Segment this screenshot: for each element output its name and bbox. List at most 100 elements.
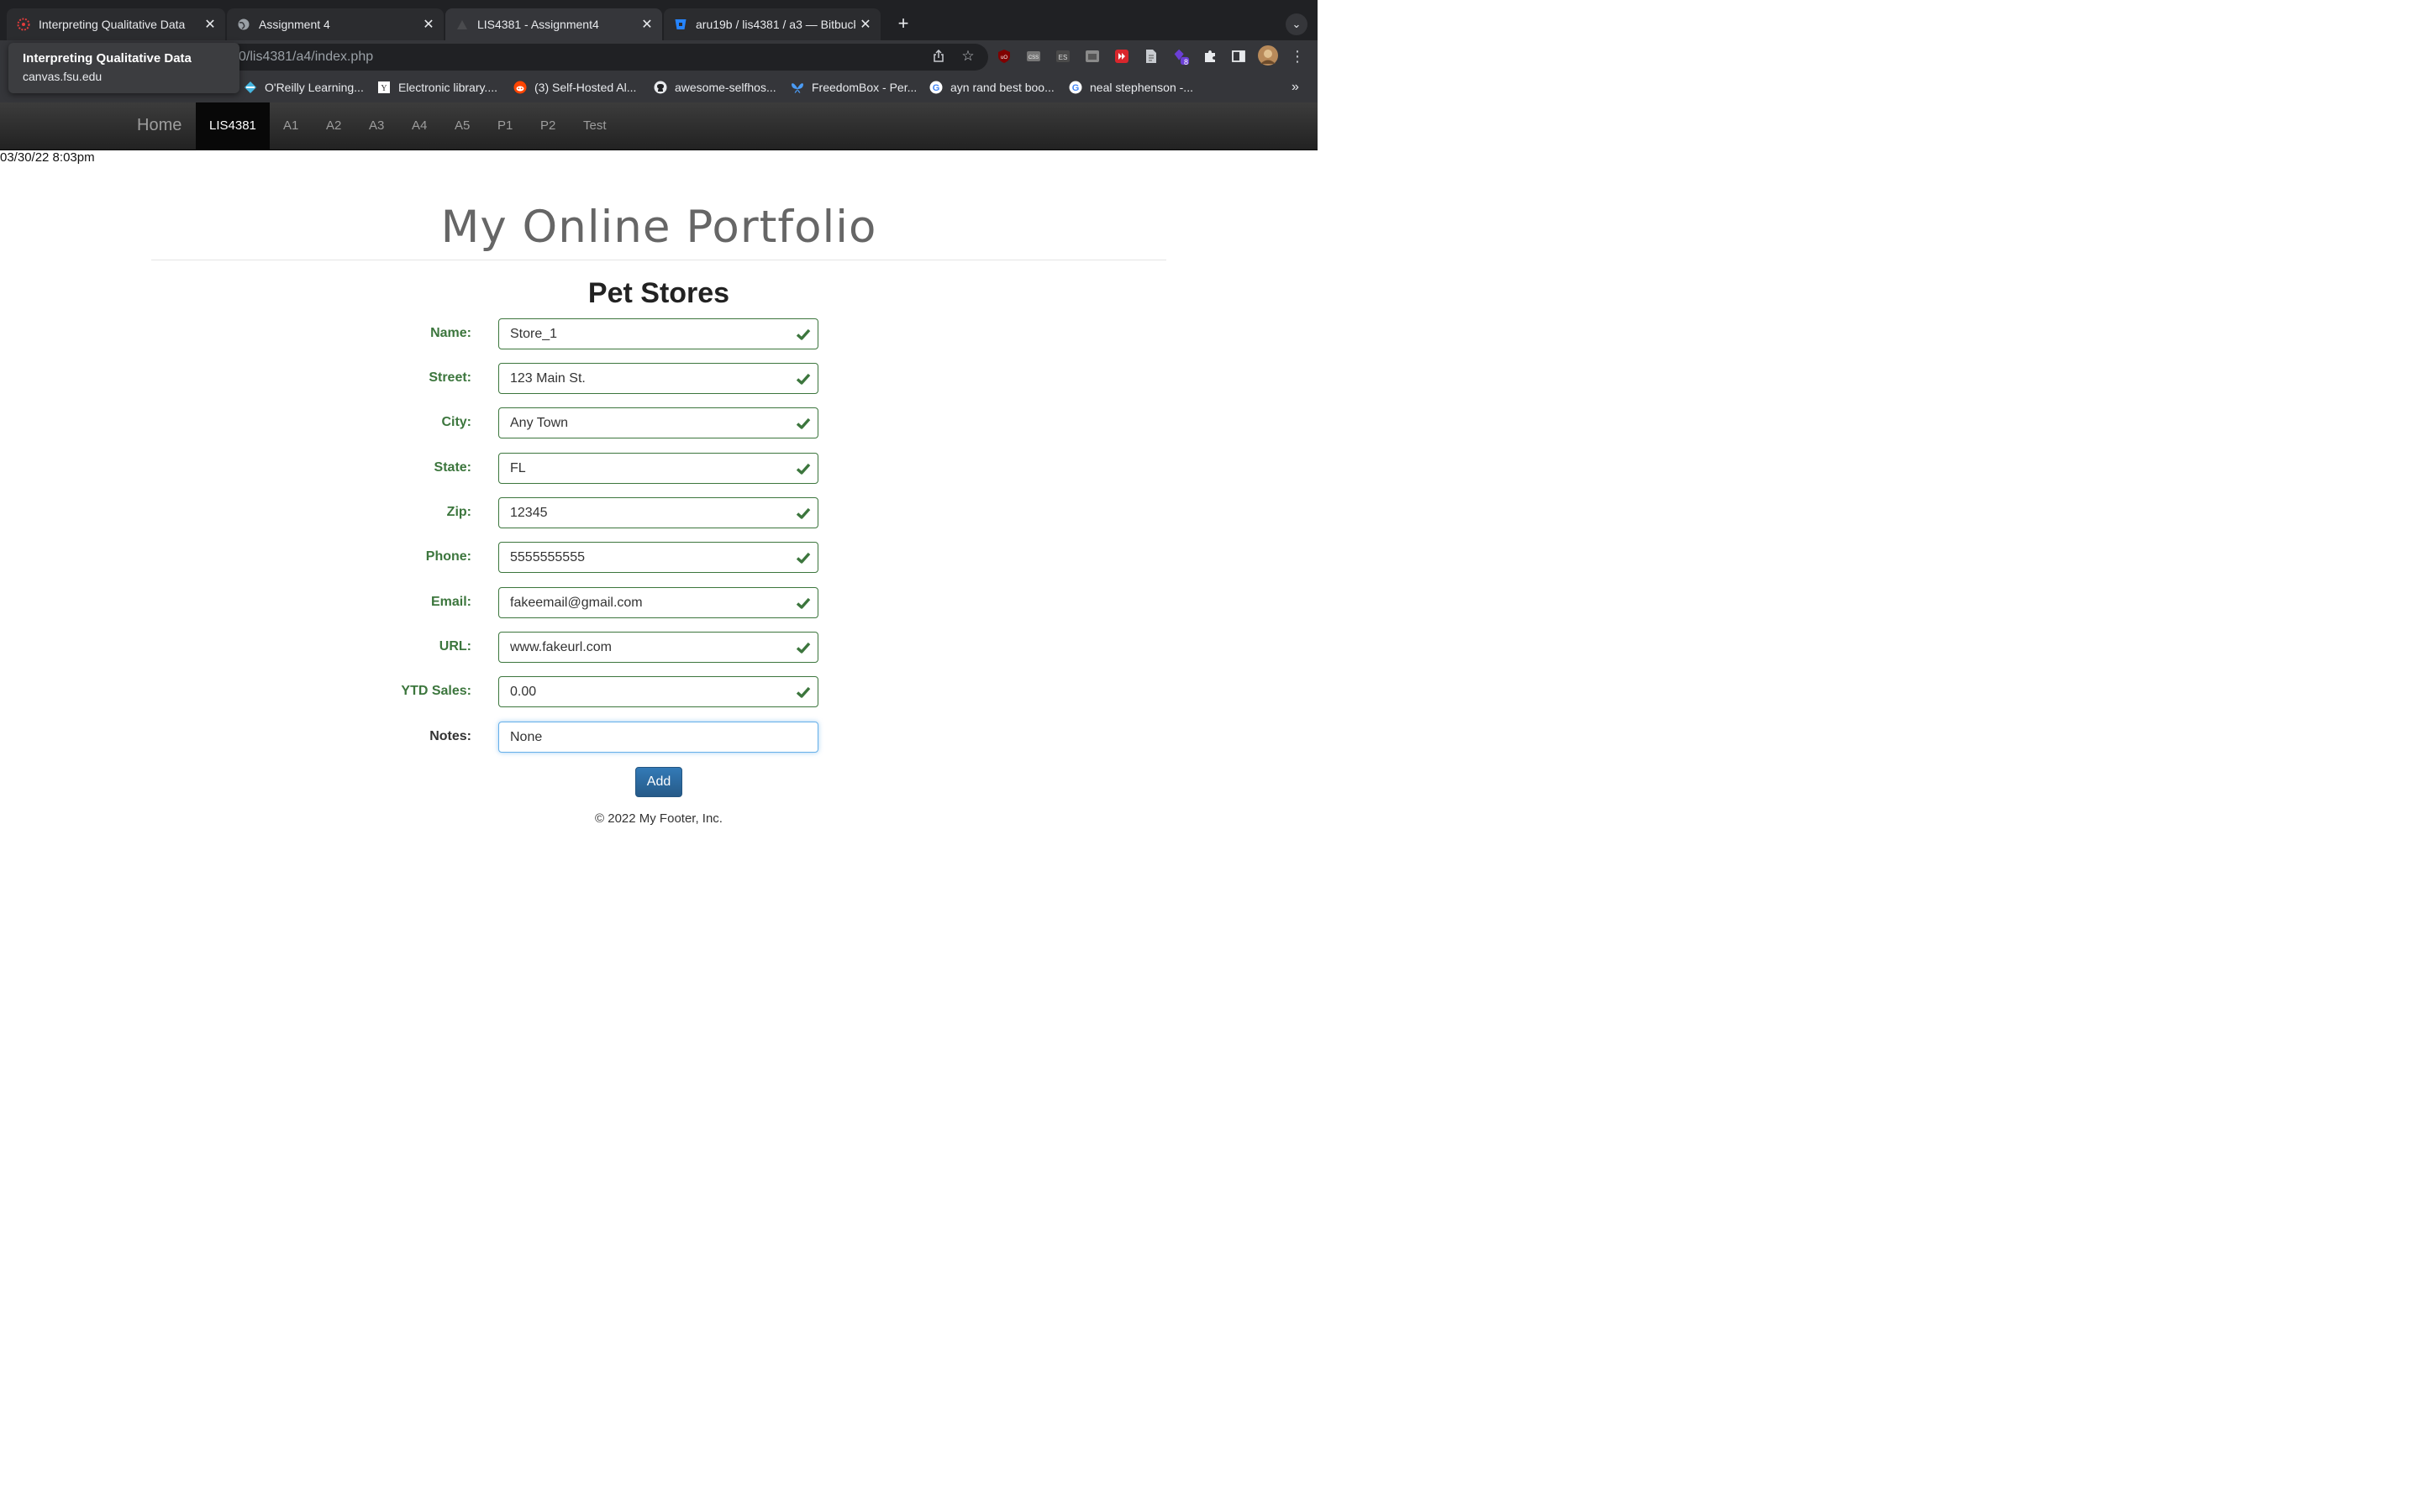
form-row-street: Street: (0, 363, 1318, 395)
form-row-notes: Notes: (0, 722, 1318, 753)
address-bar[interactable]: 0/lis4381/a4/index.php (126, 44, 988, 71)
nav-item-p1[interactable]: P1 (497, 102, 513, 150)
oreilly-icon (244, 81, 257, 94)
nav-item-a4[interactable]: A4 (412, 102, 427, 150)
current-datetime: 03/30/22 8:03pm (0, 150, 95, 165)
page-icon (455, 18, 469, 31)
bookmarks-overflow-button[interactable]: » (1292, 79, 1299, 96)
phone-label: Phone: (425, 549, 471, 564)
form-row-phone: Phone: (0, 542, 1318, 574)
address-url[interactable]: 0/lis4381/a4/index.php (239, 50, 373, 65)
chevron-down-icon[interactable]: ⌄ (1286, 13, 1307, 35)
bookmark-label: Electronic library.... (398, 81, 497, 94)
page-footer: © 2022 My Footer, Inc. (595, 811, 723, 826)
nav-item-p2[interactable]: P2 (540, 102, 555, 150)
browser-tab[interactable]: Assignment 4 ✕ (227, 8, 444, 40)
close-icon[interactable]: ✕ (200, 14, 220, 34)
checkmark-icon (796, 463, 811, 475)
name-label: Name: (430, 326, 471, 340)
nav-item-test[interactable]: Test (583, 102, 607, 150)
svg-text:uO: uO (1001, 55, 1007, 60)
city-input[interactable] (498, 407, 818, 438)
google-icon: G (929, 81, 943, 94)
bookmark-label: awesome-selfhos... (675, 81, 776, 94)
form-row-city: City: (0, 407, 1318, 439)
checkmark-icon (796, 507, 811, 519)
notes-input[interactable] (498, 722, 818, 753)
css-extension-icon[interactable]: CSS (1024, 47, 1043, 66)
browser-tab-active[interactable]: LIS4381 - Assignment4 ✕ (445, 8, 662, 40)
checkmark-icon (796, 328, 811, 340)
form-row-email: Email: (0, 587, 1318, 619)
nav-item-a2[interactable]: A2 (326, 102, 341, 150)
bookmark-item[interactable]: FreedomBox - Per... (791, 79, 917, 96)
bitbucket-icon (674, 18, 687, 31)
star-icon[interactable]: ☆ (959, 47, 977, 66)
nav-item-a5[interactable]: A5 (455, 102, 470, 150)
url-input[interactable] (498, 632, 818, 663)
canvas-icon (17, 18, 30, 31)
email-input[interactable] (498, 587, 818, 618)
checkmark-icon (796, 373, 811, 385)
bookmark-item[interactable]: G neal stephenson -... (1069, 79, 1193, 96)
more-menu-icon[interactable]: ⋮ (1288, 47, 1307, 66)
bookmark-label: FreedomBox - Per... (812, 81, 918, 94)
tooltip-title: Interpreting Qualitative Data (23, 51, 192, 66)
bookmark-item[interactable]: G ayn rand best boo... (929, 79, 1055, 96)
tab-title: LIS4381 - Assignment4 (477, 18, 599, 31)
bookmark-item[interactable]: O'Reilly Learning... (244, 79, 364, 96)
side-panel-icon[interactable] (1229, 47, 1248, 66)
tab-title: Assignment 4 (259, 18, 330, 31)
screenshot-extension-icon[interactable] (1083, 47, 1102, 66)
checkmark-icon (796, 417, 811, 429)
avatar[interactable] (1258, 45, 1278, 66)
ytd-sales-label: YTD Sales: (401, 684, 471, 698)
es-extension-icon[interactable]: ES (1054, 47, 1072, 66)
share-icon[interactable] (929, 47, 948, 66)
google-icon: G (1069, 81, 1082, 94)
new-tab-icon[interactable]: + (892, 13, 914, 35)
nav-home-link[interactable]: Home (137, 116, 182, 135)
fast-forward-icon[interactable] (1113, 47, 1131, 66)
tooltip-domain: canvas.fsu.edu (23, 70, 103, 83)
tab-hover-tooltip: Interpreting Qualitative Data canvas.fsu… (8, 43, 239, 93)
form-row-ytd-sales: YTD Sales: (0, 676, 1318, 708)
svg-text:CSS: CSS (1028, 55, 1039, 60)
state-label: State: (434, 460, 471, 475)
nav-item-a3[interactable]: A3 (369, 102, 384, 150)
bookmark-label: neal stephenson -... (1090, 81, 1193, 94)
checkmark-icon (796, 597, 811, 609)
city-label: City: (441, 415, 471, 429)
close-icon[interactable]: ✕ (418, 14, 439, 34)
bookmark-item[interactable]: Y Electronic library.... (377, 79, 497, 96)
name-input[interactable] (498, 318, 818, 349)
bookmark-label: (3) Self-Hosted Al... (534, 81, 637, 94)
bookmark-item[interactable]: (3) Self-Hosted Al... (513, 79, 636, 96)
browser-tab[interactable]: aru19b / lis4381 / a3 — Bitbuck ✕ (664, 8, 881, 40)
zip-input[interactable] (498, 497, 818, 528)
street-input[interactable] (498, 363, 818, 394)
state-input[interactable] (498, 453, 818, 484)
form-row-state: State: (0, 453, 1318, 485)
notes-label: Notes: (429, 729, 471, 743)
form-row-url: URL: (0, 632, 1318, 664)
phone-input[interactable] (498, 542, 818, 573)
street-label: Street: (429, 370, 471, 385)
ytd-sales-input[interactable] (498, 676, 818, 707)
ublock-icon[interactable]: uO (995, 47, 1013, 66)
nav-item-a1[interactable]: A1 (283, 102, 298, 150)
checkmark-icon (796, 552, 811, 564)
bookmark-label: O'Reilly Learning... (265, 81, 364, 94)
zip-label: Zip: (446, 505, 471, 519)
close-icon[interactable]: ✕ (855, 14, 876, 34)
nav-item-lis4381[interactable]: LIS4381 (196, 102, 270, 150)
close-icon[interactable]: ✕ (637, 14, 657, 34)
form-row-zip: Zip: (0, 497, 1318, 529)
document-icon[interactable] (1142, 47, 1160, 66)
browser-tab[interactable]: Interpreting Qualitative Data ✕ (7, 8, 225, 40)
tab-title: Interpreting Qualitative Data (39, 18, 186, 31)
add-button[interactable]: Add (635, 767, 682, 797)
bookmark-item[interactable]: awesome-selfhos... (654, 79, 776, 96)
puzzle-icon[interactable] (1201, 47, 1219, 66)
bookmark-label: ayn rand best boo... (950, 81, 1055, 94)
